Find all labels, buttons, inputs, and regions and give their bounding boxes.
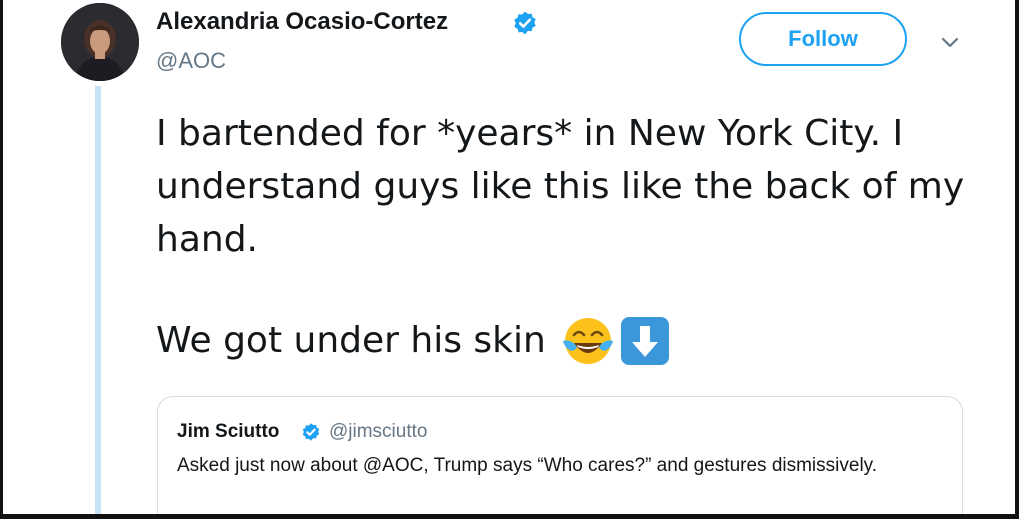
avatar-image (61, 3, 139, 81)
tweet-text-line: We got under his skin (156, 314, 670, 367)
verified-badge-icon (302, 423, 320, 441)
author-handle[interactable]: @AOC (156, 48, 226, 74)
quoted-tweet[interactable]: Jim Sciutto @jimsciutto Asked just now a… (157, 396, 963, 514)
tweet-text: I bartended for *years* in New York City… (156, 113, 965, 260)
down-arrow-emoji-icon (620, 316, 669, 365)
quoted-author-name[interactable]: Jim Sciutto (177, 421, 279, 443)
author-avatar[interactable] (61, 3, 139, 81)
tweet-text-2: We got under his skin (156, 320, 546, 361)
verified-badge-icon (514, 11, 536, 35)
follow-button[interactable]: Follow (739, 12, 907, 66)
quoted-author-handle[interactable]: @jimsciutto (329, 421, 427, 443)
author-name[interactable]: Alexandria Ocasio-Cortez (156, 8, 448, 36)
tweet-card: Alexandria Ocasio-Cortez @AOC Follow I b… (3, 0, 1015, 514)
laughing-tears-emoji-icon (562, 317, 613, 364)
chevron-down-icon[interactable] (940, 36, 960, 50)
quoted-tweet-text: Asked just now about @AOC, Trump says “W… (177, 455, 878, 476)
thread-line (95, 86, 101, 514)
